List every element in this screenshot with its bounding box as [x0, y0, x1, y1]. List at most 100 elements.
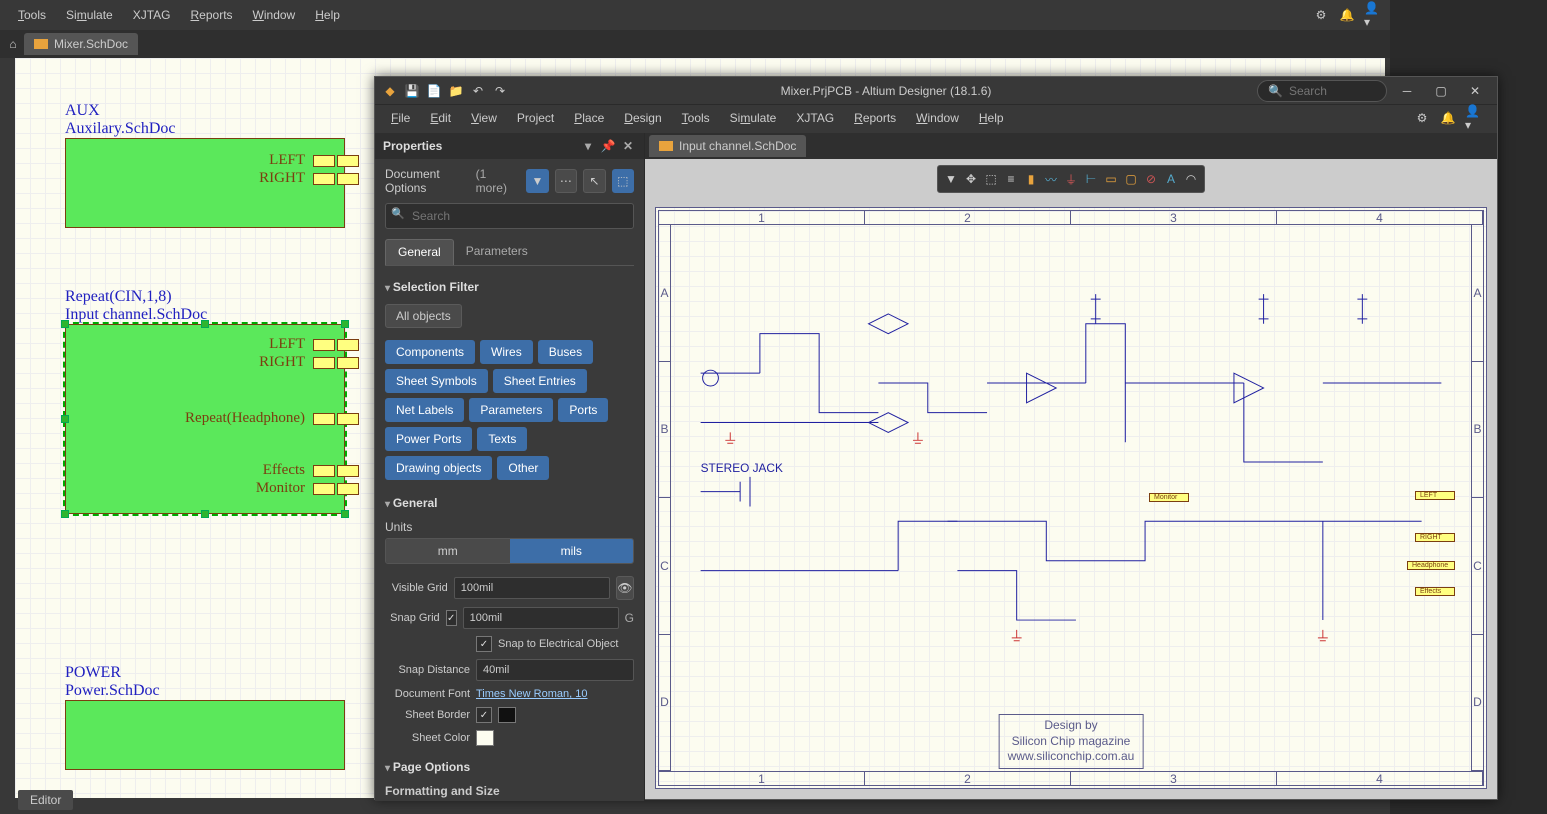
snap-electrical-checkbox[interactable]: ✓: [476, 636, 492, 652]
snap-grid-input[interactable]: [463, 607, 619, 629]
text-icon[interactable]: A: [1162, 170, 1180, 188]
filter-icon[interactable]: ▼: [526, 169, 548, 193]
sheet-icon[interactable]: ▢: [1122, 170, 1140, 188]
units-mils[interactable]: mils: [510, 539, 634, 563]
out-port-effects[interactable]: Effects: [1415, 587, 1455, 596]
filter-other[interactable]: Other: [497, 456, 549, 480]
section-page-options[interactable]: Page Options: [385, 756, 634, 778]
menu-xjtag[interactable]: XJTAG: [786, 108, 844, 128]
resize-handle[interactable]: [61, 510, 69, 518]
resize-handle[interactable]: [341, 510, 349, 518]
menu-view[interactable]: View: [461, 108, 507, 128]
fg-canvas-area[interactable]: ▼ ✥ ⬚ ≡ ▮ 〰 ⏚ ⊢ ▭ ▢ ⊘ A ◠ 1234 1234 ABCD: [645, 159, 1497, 799]
aux-port-left-box[interactable]: [313, 155, 335, 167]
port-box[interactable]: [313, 413, 335, 425]
save-icon[interactable]: 💾: [403, 82, 421, 100]
menu-simulate[interactable]: Simulate: [720, 108, 787, 128]
settings-icon[interactable]: ⚙: [1413, 109, 1431, 127]
filter-drawing-objects[interactable]: Drawing objects: [385, 456, 492, 480]
menu-help[interactable]: Help: [305, 4, 350, 26]
filter-components[interactable]: Components: [385, 340, 475, 364]
expand-icon[interactable]: ⋯: [555, 169, 577, 193]
port-box[interactable]: [337, 339, 359, 351]
out-port-headphone[interactable]: Headphone: [1407, 561, 1455, 570]
port-box[interactable]: [337, 357, 359, 369]
filter-buses[interactable]: Buses: [538, 340, 593, 364]
menu-reports[interactable]: Reports: [844, 108, 906, 128]
visible-grid-input[interactable]: [454, 577, 610, 599]
snap-grid-checkbox[interactable]: ✓: [446, 610, 457, 626]
redo-icon[interactable]: ↷: [491, 82, 509, 100]
move-icon[interactable]: ✥: [962, 170, 980, 188]
menu-window[interactable]: Window: [906, 108, 969, 128]
sheet-color-swatch[interactable]: [476, 730, 494, 746]
noerror-icon[interactable]: ⊘: [1142, 170, 1160, 188]
folder-icon[interactable]: 📁: [447, 82, 465, 100]
filter-ports[interactable]: Ports: [558, 398, 608, 422]
sheet-border-color[interactable]: [498, 707, 516, 723]
minimize-button[interactable]: ─: [1393, 81, 1421, 101]
port-box[interactable]: [313, 357, 335, 369]
doc-font-value[interactable]: Times New Roman, 10: [476, 688, 587, 700]
props-search-input[interactable]: [385, 203, 634, 229]
menu-window[interactable]: Window: [243, 4, 306, 26]
bell-icon[interactable]: 🔔: [1439, 109, 1457, 127]
wire-icon[interactable]: 〰: [1042, 170, 1060, 188]
gnd-icon[interactable]: ⏚: [1062, 170, 1080, 188]
dropdown-icon[interactable]: ▾: [580, 139, 596, 153]
resize-handle[interactable]: [341, 320, 349, 328]
port-icon[interactable]: ▭: [1102, 170, 1120, 188]
menu-simulate[interactable]: Simulate: [56, 4, 123, 26]
maximize-button[interactable]: ▢: [1427, 81, 1455, 101]
editor-tab[interactable]: Editor: [18, 790, 73, 810]
menu-design[interactable]: Design: [614, 108, 671, 128]
search-box[interactable]: 🔍: [1257, 80, 1387, 102]
tab-parameters[interactable]: Parameters: [454, 239, 540, 265]
pin-icon[interactable]: 📌: [600, 139, 616, 153]
close-button[interactable]: ✕: [1461, 81, 1489, 101]
tab-input-channel[interactable]: Input channel.SchDoc: [649, 135, 806, 157]
resize-handle[interactable]: [61, 415, 69, 423]
resize-handle[interactable]: [61, 320, 69, 328]
menu-tools[interactable]: Tools: [8, 4, 56, 26]
component-icon[interactable]: ▮: [1022, 170, 1040, 188]
aux-port-left-box2[interactable]: [337, 155, 359, 167]
filter-sheet-entries[interactable]: Sheet Entries: [493, 369, 587, 393]
filter-parameters[interactable]: Parameters: [469, 398, 553, 422]
user-icon[interactable]: 👤▾: [1364, 6, 1382, 24]
filter-icon[interactable]: ▼: [942, 170, 960, 188]
sheet-border-checkbox[interactable]: ✓: [476, 707, 492, 723]
select-arrow-icon[interactable]: ↖: [583, 169, 605, 193]
port-box[interactable]: [337, 483, 359, 495]
out-port-left[interactable]: LEFT: [1415, 491, 1455, 500]
units-mm[interactable]: mm: [386, 539, 510, 563]
home-icon[interactable]: ⌂: [4, 35, 22, 53]
port-box[interactable]: [337, 413, 359, 425]
menu-edit[interactable]: Edit: [420, 108, 461, 128]
menu-reports[interactable]: Reports: [181, 4, 243, 26]
menu-help[interactable]: Help: [969, 108, 1014, 128]
out-port-right[interactable]: RIGHT: [1415, 533, 1455, 542]
app-icon[interactable]: ◆: [381, 82, 399, 100]
filter-texts[interactable]: Texts: [477, 427, 527, 451]
filter-all-objects[interactable]: All objects: [385, 304, 462, 328]
resize-handle[interactable]: [201, 320, 209, 328]
close-icon[interactable]: ✕: [620, 139, 636, 153]
aux-port-right-box2[interactable]: [337, 173, 359, 185]
tab-mixer-schdoc[interactable]: Mixer.SchDoc: [24, 33, 138, 55]
port-box[interactable]: [313, 483, 335, 495]
user-icon[interactable]: 👤▾: [1465, 109, 1483, 127]
arc-icon[interactable]: ◠: [1182, 170, 1200, 188]
fg-schematic-sheet[interactable]: 1234 1234 ABCD ABCD: [655, 207, 1487, 789]
select-cursor-icon[interactable]: ⬚: [612, 169, 634, 193]
section-general[interactable]: General: [385, 492, 634, 514]
port-box[interactable]: [313, 465, 335, 477]
bell-icon[interactable]: 🔔: [1338, 6, 1356, 24]
tab-general[interactable]: General: [385, 239, 454, 265]
aux-port-right-box[interactable]: [313, 173, 335, 185]
power-block[interactable]: [65, 700, 345, 770]
visible-grid-toggle[interactable]: 👁: [616, 576, 634, 600]
menu-project[interactable]: Project: [507, 108, 564, 128]
menu-tools[interactable]: Tools: [672, 108, 720, 128]
out-port-monitor[interactable]: Monitor: [1149, 493, 1189, 502]
